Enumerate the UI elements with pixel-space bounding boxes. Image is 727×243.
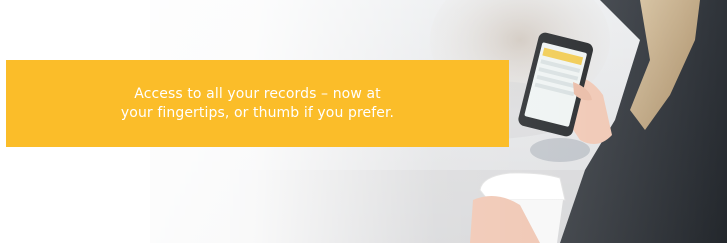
promo-text: Access to all your records – now at your… xyxy=(38,85,478,123)
promo-line-1: Access to all your records – now at xyxy=(134,85,381,102)
promo-line-2: your fingertips, or thumb if you prefer. xyxy=(120,104,395,121)
hero-banner: Access to all your records – now at your… xyxy=(0,0,727,243)
promo-callout: Access to all your records – now at your… xyxy=(6,60,509,147)
